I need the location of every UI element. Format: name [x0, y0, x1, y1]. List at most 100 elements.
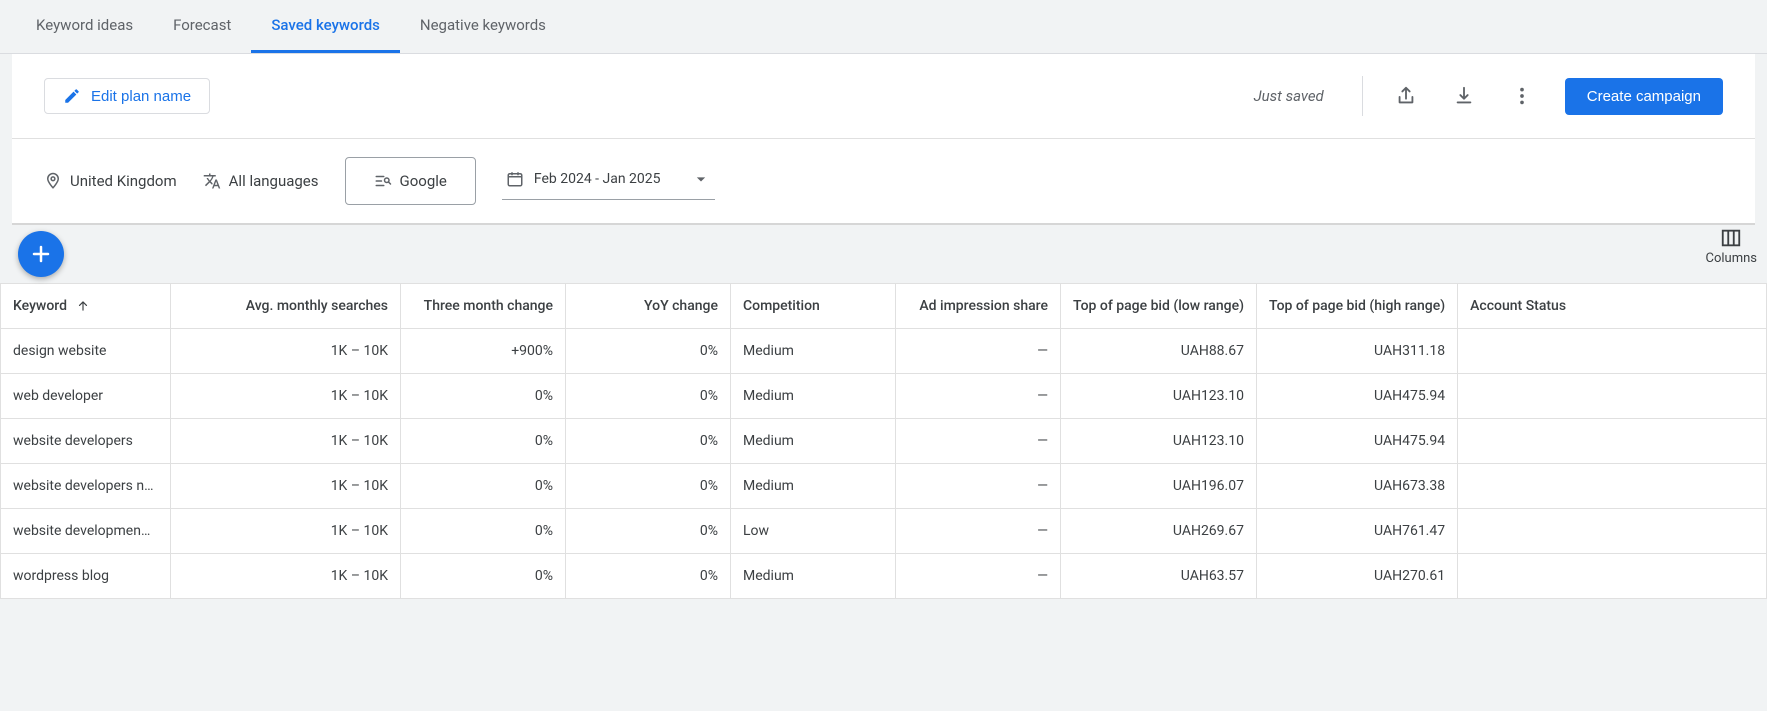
- toolbar: Edit plan name Just saved Create campaig…: [12, 54, 1755, 139]
- download-icon: [1453, 85, 1475, 107]
- col-keyword-label: Keyword: [13, 298, 67, 314]
- cell-bid-low: UAH63.57: [1061, 554, 1257, 599]
- cell-avg: 1K – 10K: [171, 374, 401, 419]
- columns-button[interactable]: Columns: [1706, 227, 1758, 266]
- filters-bar: United Kingdom All languages Google Feb …: [12, 139, 1755, 225]
- table-row[interactable]: wordpress blog1K – 10K0%0%Medium—UAH63.5…: [1, 554, 1767, 599]
- tabs-bar: Keyword ideas Forecast Saved keywords Ne…: [0, 0, 1767, 54]
- cell-bid-low: UAH196.07: [1061, 464, 1257, 509]
- sort-asc-icon: [76, 299, 90, 313]
- download-button[interactable]: [1449, 81, 1479, 111]
- cell-bid-low: UAH123.10: [1061, 374, 1257, 419]
- search-settings-icon: [374, 172, 392, 190]
- translate-icon: [203, 172, 221, 190]
- cell-bid-high: UAH475.94: [1256, 419, 1457, 464]
- cell-yoy: 0%: [566, 509, 731, 554]
- more-vert-icon: [1511, 85, 1533, 107]
- tab-negative-keywords[interactable]: Negative keywords: [400, 0, 566, 53]
- cell-three-month: 0%: [401, 554, 566, 599]
- cell-ad-share: —: [896, 554, 1061, 599]
- cell-avg: 1K – 10K: [171, 419, 401, 464]
- cell-ad-share: —: [896, 509, 1061, 554]
- daterange-label: Feb 2024 - Jan 2025: [534, 171, 661, 187]
- cell-three-month: 0%: [401, 419, 566, 464]
- col-account[interactable]: Account Status: [1458, 284, 1767, 329]
- divider: [1362, 76, 1363, 116]
- location-label: United Kingdom: [70, 172, 177, 190]
- cell-bid-high: UAH761.47: [1256, 509, 1457, 554]
- edit-plan-label: Edit plan name: [91, 88, 191, 105]
- table-row[interactable]: website developmen…1K – 10K0%0%Low—UAH26…: [1, 509, 1767, 554]
- columns-icon: [1720, 227, 1742, 249]
- network-filter[interactable]: Google: [345, 157, 476, 205]
- edit-plan-name-button[interactable]: Edit plan name: [44, 78, 210, 114]
- cell-competition: Medium: [731, 329, 896, 374]
- cell-three-month: 0%: [401, 509, 566, 554]
- col-three-month[interactable]: Three month change: [401, 284, 566, 329]
- pencil-icon: [63, 87, 81, 105]
- language-filter[interactable]: All languages: [203, 172, 319, 190]
- cell-keyword: website developers n…: [1, 464, 171, 509]
- table-row[interactable]: website developers1K – 10K0%0%Medium—UAH…: [1, 419, 1767, 464]
- cell-yoy: 0%: [566, 374, 731, 419]
- cell-bid-high: UAH270.61: [1256, 554, 1457, 599]
- chevron-down-icon: [691, 169, 711, 189]
- cell-competition: Medium: [731, 374, 896, 419]
- cell-bid-low: UAH269.67: [1061, 509, 1257, 554]
- more-button[interactable]: [1507, 81, 1537, 111]
- cell-three-month: 0%: [401, 464, 566, 509]
- col-competition[interactable]: Competition: [731, 284, 896, 329]
- cell-account: [1458, 554, 1767, 599]
- tab-keyword-ideas[interactable]: Keyword ideas: [16, 0, 153, 53]
- cell-competition: Medium: [731, 419, 896, 464]
- cell-avg: 1K – 10K: [171, 329, 401, 374]
- cell-ad-share: —: [896, 329, 1061, 374]
- network-label: Google: [400, 172, 447, 190]
- col-bid-high[interactable]: Top of page bid (high range): [1256, 284, 1457, 329]
- keywords-table: Keyword Avg. monthly searches Three mont…: [0, 283, 1767, 599]
- col-bid-low[interactable]: Top of page bid (low range): [1061, 284, 1257, 329]
- col-ad-share[interactable]: Ad impression share: [896, 284, 1061, 329]
- create-campaign-button[interactable]: Create campaign: [1565, 78, 1723, 115]
- plus-icon: [29, 242, 53, 266]
- language-label: All languages: [229, 172, 319, 190]
- table-row[interactable]: web developer1K – 10K0%0%Medium—UAH123.1…: [1, 374, 1767, 419]
- cell-three-month: 0%: [401, 374, 566, 419]
- cell-ad-share: —: [896, 374, 1061, 419]
- cell-keyword: design website: [1, 329, 171, 374]
- daterange-filter[interactable]: Feb 2024 - Jan 2025: [502, 163, 715, 200]
- cell-yoy: 0%: [566, 419, 731, 464]
- location-filter[interactable]: United Kingdom: [44, 172, 177, 190]
- cell-account: [1458, 374, 1767, 419]
- tab-saved-keywords[interactable]: Saved keywords: [251, 0, 400, 53]
- cell-ad-share: —: [896, 419, 1061, 464]
- col-keyword[interactable]: Keyword: [1, 284, 171, 329]
- cell-account: [1458, 464, 1767, 509]
- cell-bid-high: UAH673.38: [1256, 464, 1457, 509]
- cell-ad-share: —: [896, 464, 1061, 509]
- cell-yoy: 0%: [566, 329, 731, 374]
- col-avg[interactable]: Avg. monthly searches: [171, 284, 401, 329]
- columns-label: Columns: [1706, 251, 1758, 266]
- cell-yoy: 0%: [566, 464, 731, 509]
- share-button[interactable]: [1391, 81, 1421, 111]
- cell-yoy: 0%: [566, 554, 731, 599]
- cell-account: [1458, 419, 1767, 464]
- cell-bid-low: UAH88.67: [1061, 329, 1257, 374]
- table-row[interactable]: design website1K – 10K+900%0%Medium—UAH8…: [1, 329, 1767, 374]
- cell-keyword: website developmen…: [1, 509, 171, 554]
- cell-competition: Medium: [731, 554, 896, 599]
- table-row[interactable]: website developers n…1K – 10K0%0%Medium—…: [1, 464, 1767, 509]
- action-row: Columns: [0, 225, 1767, 283]
- cell-avg: 1K – 10K: [171, 464, 401, 509]
- cell-account: [1458, 329, 1767, 374]
- share-icon: [1395, 85, 1417, 107]
- cell-account: [1458, 509, 1767, 554]
- col-yoy[interactable]: YoY change: [566, 284, 731, 329]
- cell-avg: 1K – 10K: [171, 554, 401, 599]
- tab-forecast[interactable]: Forecast: [153, 0, 251, 53]
- cell-competition: Medium: [731, 464, 896, 509]
- add-keyword-fab[interactable]: [18, 231, 64, 277]
- cell-competition: Low: [731, 509, 896, 554]
- cell-bid-high: UAH311.18: [1256, 329, 1457, 374]
